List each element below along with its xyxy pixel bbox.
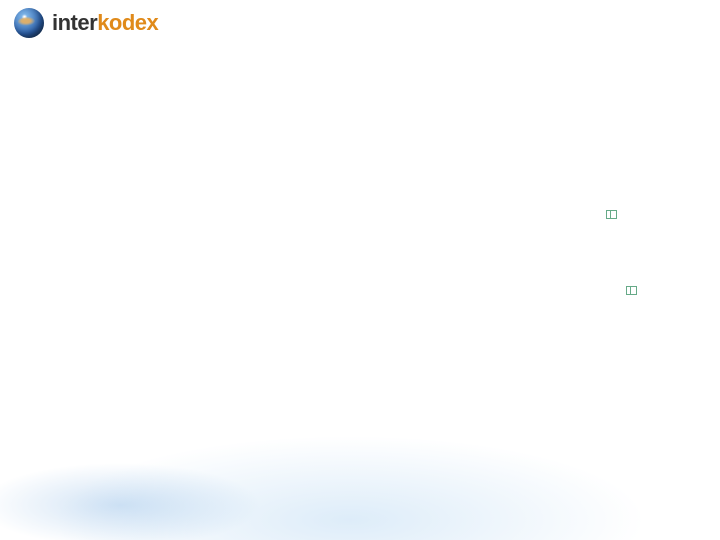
brand-name: interkodex [52,10,158,36]
brand-inter: inter [52,10,97,36]
brand-header: interkodex [0,0,720,42]
tbl-icon [626,286,637,295]
tbl-icon [606,210,617,219]
globe-logo-icon [14,8,44,38]
brand-kodex: kodex [97,10,158,36]
